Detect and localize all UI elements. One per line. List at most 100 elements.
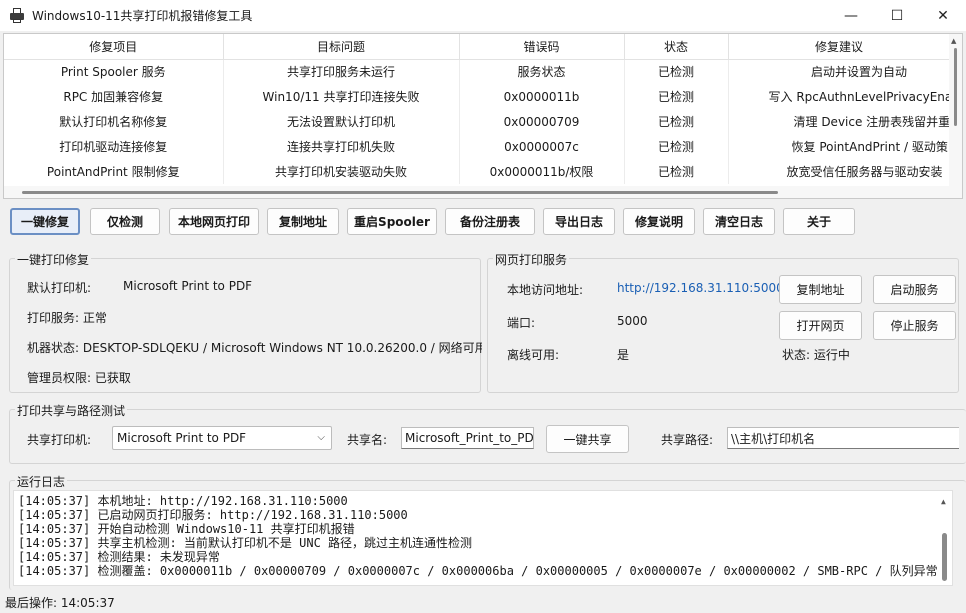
stop-service-button[interactable]: 停止服务	[873, 311, 956, 340]
close-button[interactable]: ✕	[920, 0, 966, 31]
open-page-button[interactable]: 打开网页	[779, 311, 862, 340]
share-printer-label: 共享打印机:	[27, 433, 92, 447]
column-header[interactable]: 修复建议	[728, 34, 951, 60]
table-cell: 放宽受信任服务器与驱动安装	[728, 159, 951, 184]
table-cell: 0x0000011b/权限	[459, 159, 625, 184]
table-row[interactable]: RPC 加固兼容修复 Win10/11 共享打印连接失败 0x0000011b …	[4, 84, 951, 109]
column-header[interactable]: 目标问题	[223, 34, 460, 60]
minimize-button[interactable]: —	[828, 0, 874, 31]
share-printer-value: Microsoft Print to PDF	[117, 431, 247, 445]
backup-registry-button[interactable]: 备份注册表	[445, 208, 535, 235]
offline-label: 离线可用:	[507, 348, 560, 362]
export-log-button[interactable]: 导出日志	[543, 208, 615, 235]
table-cell: 0x0000007c	[459, 134, 625, 159]
table-cell: 共享打印机安装驱动失败	[223, 159, 460, 184]
table-cell: 无法设置默认打印机	[223, 109, 460, 134]
share-path-input[interactable]: \\主机\打印机名	[727, 427, 959, 449]
table-row[interactable]: 打印机驱动连接修复 连接共享打印机失败 0x0000007c 已检测 恢复 Po…	[4, 134, 951, 159]
table-cell: 连接共享打印机失败	[223, 134, 460, 159]
log-textbox[interactable]: [14:05:37] 本机地址: http://192.168.31.110:5…	[13, 490, 953, 586]
one-click-share-button[interactable]: 一键共享	[546, 425, 629, 453]
table-cell: 服务状态	[459, 59, 625, 84]
table-cell: 已检测	[624, 134, 729, 159]
maximize-button[interactable]: ☐	[874, 0, 920, 31]
log-line: [14:05:37] 检测覆盖: 0x0000011b / 0x00000709…	[18, 564, 938, 578]
table-cell: 共享打印服务未运行	[223, 59, 460, 84]
local-web-print-button[interactable]: 本地网页打印	[169, 208, 259, 235]
share-path-label: 共享路径:	[661, 433, 714, 447]
copy-url-button[interactable]: 复制地址	[779, 275, 862, 304]
clear-log-button[interactable]: 清空日志	[703, 208, 775, 235]
table-cell: Print Spooler 服务	[4, 59, 224, 84]
table-header-row: 修复项目 目标问题 错误码 状态 修复建议	[4, 34, 951, 60]
print-service-status: 打印服务: 正常	[27, 311, 107, 325]
share-name-input[interactable]: Microsoft_Print_to_PDF	[401, 427, 534, 449]
table-cell: Win10/11 共享打印连接失败	[223, 84, 460, 109]
table-cell: PointAndPrint 限制修复	[4, 159, 224, 184]
group-title: 运行日志	[15, 473, 68, 490]
table-cell: 清理 Device 注册表残留并重	[728, 109, 951, 134]
repair-items-table[interactable]: 修复项目 目标问题 错误码 状态 修复建议 Print Spooler 服务 共…	[3, 33, 963, 199]
machine-status: 机器状态: DESKTOP-SDLQEKU / Microsoft Window…	[27, 341, 482, 355]
table-cell: 写入 RpcAuthnLevelPrivacyEnab	[728, 84, 951, 109]
local-url-label: 本地访问地址:	[507, 283, 584, 297]
table-row[interactable]: Print Spooler 服务 共享打印服务未运行 服务状态 已检测 启动并设…	[4, 59, 951, 84]
column-header[interactable]: 修复项目	[4, 34, 224, 60]
table-cell: RPC 加固兼容修复	[4, 84, 224, 109]
table-cell: 打印机驱动连接修复	[4, 134, 224, 159]
repair-notes-button[interactable]: 修复说明	[623, 208, 695, 235]
port-value: 5000	[617, 314, 648, 328]
restart-spooler-button[interactable]: 重启Spooler	[347, 208, 437, 235]
table-row[interactable]: 默认打印机名称修复 无法设置默认打印机 0x00000709 已检测 清理 De…	[4, 109, 951, 134]
share-printer-select[interactable]: Microsoft Print to PDF ⌵	[112, 426, 332, 450]
log-vertical-scrollbar[interactable]: ▲	[938, 491, 952, 585]
scroll-up-icon[interactable]: ▲	[951, 37, 956, 45]
table-horizontal-scrollbar[interactable]	[4, 186, 950, 198]
offline-value: 是	[617, 348, 630, 362]
table-cell: 启动并设置为自动	[728, 59, 951, 84]
log-line: [14:05:37] 检测结果: 未发现异常	[18, 550, 220, 564]
default-printer-label: 默认打印机:	[27, 281, 92, 295]
scrollbar-thumb[interactable]	[942, 533, 947, 581]
repair-group: 一键打印修复 默认打印机: Microsoft Print to PDF 打印服…	[9, 251, 482, 393]
status-bar-text: 最后操作: 14:05:37	[5, 596, 115, 610]
table-row[interactable]: PointAndPrint 限制修复 共享打印机安装驱动失败 0x0000011…	[4, 159, 951, 184]
group-title: 打印共享与路径测试	[15, 402, 128, 419]
title-bar: Windows10-11共享打印机报错修复工具 — ☐ ✕	[0, 0, 966, 31]
window-title: Windows10-11共享打印机报错修复工具	[32, 9, 253, 23]
web-print-group: 网页打印服务 本地访问地址: http://192.168.31.110:500…	[487, 251, 959, 393]
scroll-up-icon[interactable]: ▲	[941, 495, 946, 509]
port-label: 端口:	[507, 316, 536, 330]
log-line: [14:05:37] 已启动网页打印服务: http://192.168.31.…	[18, 508, 408, 522]
local-url-link[interactable]: http://192.168.31.110:5000	[617, 281, 784, 295]
table-cell: 0x0000011b	[459, 84, 625, 109]
printer-icon	[9, 7, 25, 24]
table-cell: 默认打印机名称修复	[4, 109, 224, 134]
group-title: 一键打印修复	[15, 251, 92, 268]
table-vertical-scrollbar[interactable]: ▲	[949, 34, 962, 198]
table-cell: 已检测	[624, 59, 729, 84]
scrollbar-thumb[interactable]	[954, 48, 957, 126]
table-cell: 恢复 PointAndPrint / 驱动策	[728, 134, 951, 159]
copy-address-button[interactable]: 复制地址	[267, 208, 339, 235]
share-test-group: 打印共享与路径测试 共享打印机: Microsoft Print to PDF …	[9, 402, 966, 464]
detect-only-button[interactable]: 仅检测	[90, 208, 160, 235]
default-printer-value: Microsoft Print to PDF	[123, 279, 253, 293]
scrollbar-thumb[interactable]	[22, 191, 778, 194]
log-line: [14:05:37] 本机地址: http://192.168.31.110:5…	[18, 494, 348, 508]
column-header[interactable]: 错误码	[459, 34, 625, 60]
log-line: [14:05:37] 共享主机检测: 当前默认打印机不是 UNC 路径，跳过主机…	[18, 536, 473, 550]
table-cell: 已检测	[624, 84, 729, 109]
column-header[interactable]: 状态	[624, 34, 729, 60]
share-name-label: 共享名:	[347, 433, 388, 447]
about-button[interactable]: 关于	[783, 208, 855, 235]
service-status: 状态: 运行中	[782, 348, 850, 362]
one-click-repair-button[interactable]: 一键修复	[10, 208, 80, 235]
log-line: [14:05:37] 开始自动检测 Windows10-11 共享打印机报错	[18, 522, 355, 536]
table-cell: 已检测	[624, 159, 729, 184]
admin-status: 管理员权限: 已获取	[27, 371, 131, 385]
start-service-button[interactable]: 启动服务	[873, 275, 956, 304]
table-cell: 0x00000709	[459, 109, 625, 134]
table-cell: 已检测	[624, 109, 729, 134]
chevron-down-icon: ⌵	[317, 432, 325, 443]
